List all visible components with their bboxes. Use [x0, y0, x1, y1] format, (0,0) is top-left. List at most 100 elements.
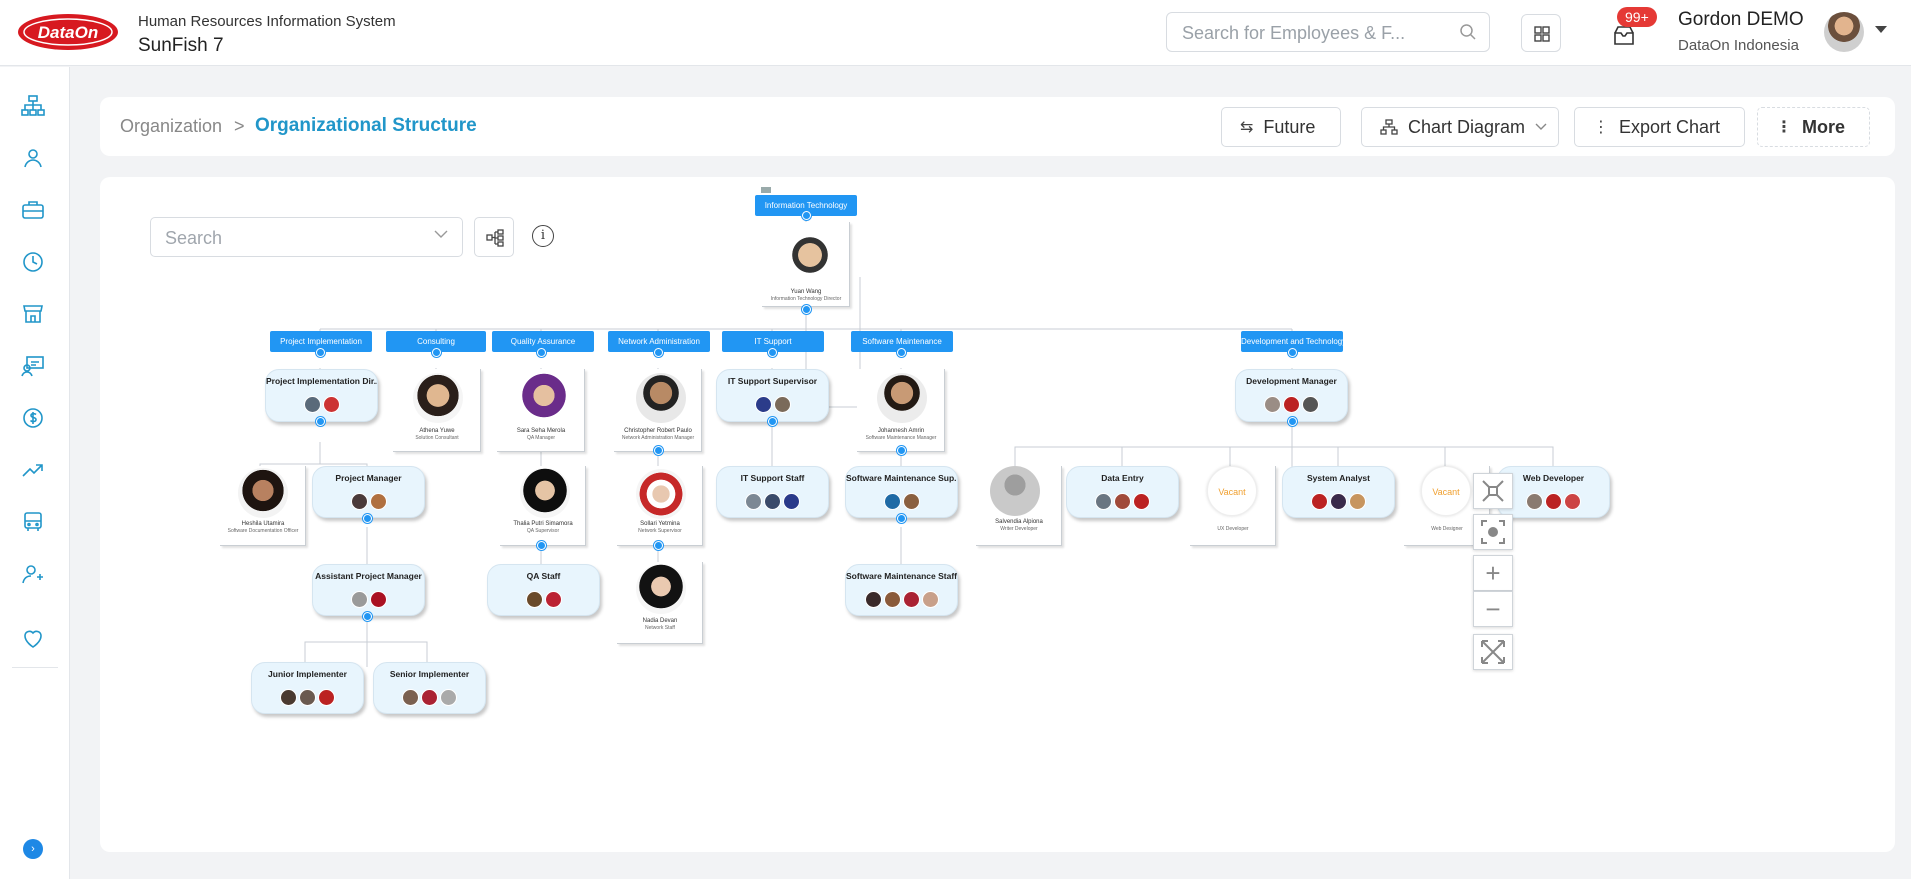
person-photo [877, 373, 927, 423]
briefcase-icon[interactable] [21, 198, 45, 222]
avatar [1114, 493, 1131, 510]
clock-icon[interactable] [21, 250, 45, 274]
position-card[interactable]: Software Maintenance Sup... [845, 466, 958, 518]
person-position: Software Documentation Officer [227, 528, 299, 534]
collapse-dot[interactable] [802, 305, 811, 314]
position-card[interactable]: Project Manager [312, 466, 425, 518]
fit-icon [1481, 640, 1505, 664]
employee-search-input[interactable]: Search for Employees & F... [1166, 12, 1490, 52]
avatar [1311, 493, 1328, 510]
zoom-out-button[interactable]: − [1473, 591, 1513, 627]
collapse-dot[interactable] [897, 514, 906, 523]
sidebar-expand-icon[interactable]: › [23, 839, 43, 859]
future-button[interactable]: ⇆ Future [1221, 107, 1341, 147]
position-card[interactable]: Development Manager [1235, 369, 1348, 422]
person-icon[interactable] [21, 146, 45, 170]
collapse-dot[interactable] [363, 612, 372, 621]
person-name: Heshila Utamira [241, 521, 285, 527]
top-bar: DataOn Human Resources Information Syste… [0, 0, 1911, 66]
collapse-dot[interactable] [654, 348, 663, 357]
person-photo [413, 373, 463, 423]
collapse-dot[interactable] [897, 348, 906, 357]
collapse-dot[interactable] [654, 541, 663, 550]
collapse-dot[interactable] [897, 446, 906, 455]
position-card[interactable]: Software Maintenance Staff [845, 564, 958, 616]
avatar-group [846, 591, 957, 613]
position-card[interactable]: IT Support Staff [716, 466, 829, 518]
user-avatar[interactable] [1824, 12, 1864, 52]
breadcrumb-organization[interactable]: Organization [120, 116, 222, 137]
person-photo [636, 373, 686, 423]
collapse-dot[interactable] [316, 348, 325, 357]
notification-badge: 99+ [1617, 7, 1657, 27]
export-chart-button[interactable]: ⋮ Export Chart [1574, 107, 1745, 147]
avatar [1283, 396, 1300, 413]
avatar [525, 591, 543, 608]
avatar [773, 396, 791, 413]
root-handle[interactable] [761, 187, 771, 193]
person-photo-placeholder [990, 466, 1040, 516]
search-icon[interactable] [1459, 23, 1477, 41]
chart-diagram-select[interactable]: Chart Diagram [1361, 107, 1559, 147]
org-chart-icon[interactable] [21, 94, 45, 118]
vacant-position: UX Developer [1217, 526, 1249, 532]
avatar-group [717, 396, 828, 418]
bus-icon[interactable] [21, 510, 45, 534]
chevron-down-icon [1535, 123, 1547, 130]
avatar [1095, 493, 1112, 510]
position-title: IT Support Supervisor [727, 376, 818, 386]
collapse-dot[interactable] [768, 417, 777, 426]
collapse-dot[interactable] [768, 348, 777, 357]
avatar [303, 396, 321, 413]
dollar-icon[interactable] [21, 406, 45, 430]
heart-icon[interactable] [21, 627, 45, 651]
hierarchy-icon [1380, 119, 1398, 135]
position-card[interactable]: Data Entry [1066, 466, 1179, 518]
user-add-icon[interactable] [21, 562, 45, 586]
center-button[interactable] [1473, 514, 1513, 550]
avatar [745, 493, 762, 510]
root-position: Information Technology Director [770, 296, 842, 302]
position-title: Data Entry [1101, 473, 1144, 483]
training-icon[interactable] [21, 354, 45, 378]
user-menu-caret-icon[interactable] [1875, 26, 1887, 33]
position-card[interactable]: Project Implementation Dir... [265, 369, 378, 422]
export-chart-label: Export Chart [1619, 116, 1721, 137]
position-card[interactable]: IT Support Supervisor [716, 369, 829, 422]
person-photo [636, 564, 686, 614]
fit-screen-button[interactable] [1473, 634, 1513, 670]
collapse-dot[interactable] [1288, 348, 1297, 357]
collapse-dot[interactable] [537, 348, 546, 357]
collapse-dot[interactable] [316, 417, 325, 426]
apps-grid-button[interactable] [1521, 14, 1561, 52]
position-card[interactable]: System Analyst [1282, 466, 1395, 518]
avatar [1545, 493, 1562, 510]
dataon-logo[interactable]: DataOn [16, 12, 120, 52]
collapse-dot[interactable] [432, 348, 441, 357]
kebab-icon: ⋮ [1593, 119, 1609, 136]
collapse-dot[interactable] [363, 514, 372, 523]
store-icon[interactable] [21, 302, 45, 326]
position-card[interactable]: Assistant Project Manager [312, 564, 425, 616]
position-card[interactable]: Senior Implementer [373, 662, 486, 714]
collapse-dot[interactable] [1288, 417, 1297, 426]
collapse-all-button[interactable] [1473, 473, 1513, 509]
avatar [280, 689, 297, 706]
trend-icon[interactable] [21, 458, 45, 482]
avatar-group [313, 493, 424, 515]
avatar-group [313, 591, 424, 613]
position-title: Software Maintenance Staff [846, 571, 957, 581]
collapse-dot[interactable] [654, 446, 663, 455]
more-button[interactable]: ⋮ More [1757, 107, 1870, 147]
collapse-dot[interactable] [802, 211, 811, 220]
inbox-icon[interactable] [1612, 24, 1636, 46]
position-card[interactable]: QA Staff [487, 564, 600, 616]
user-name[interactable]: Gordon DEMO [1678, 9, 1804, 31]
position-card[interactable]: Junior Implementer [251, 662, 364, 714]
position-card[interactable]: Web Developer [1497, 466, 1610, 518]
person-name: Salvendia Alpiona [995, 519, 1043, 525]
zoom-in-button[interactable]: + [1473, 555, 1513, 591]
avatar [883, 591, 901, 608]
user-org: DataOn Indonesia [1678, 37, 1799, 54]
collapse-dot[interactable] [537, 541, 546, 550]
